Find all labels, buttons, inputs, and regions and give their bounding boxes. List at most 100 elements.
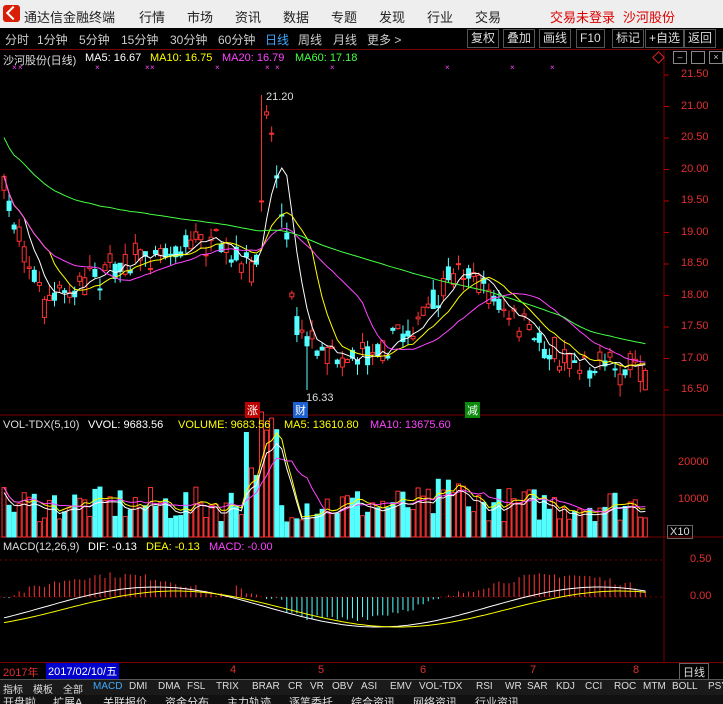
indicator-tab-mtm[interactable]: MTM (643, 681, 666, 692)
indicator-tab-dma[interactable]: DMA (158, 681, 180, 692)
period-more[interactable]: 更多 > (367, 31, 401, 48)
login-status[interactable]: 交易未登录 (550, 7, 615, 26)
info-tab[interactable]: 资金分布 (165, 695, 209, 704)
vol-panel-title: VOL-TDX(5,10) (3, 419, 80, 431)
vol-ma10-label: MA10: 13675.60 (370, 419, 451, 431)
indicator-tab-rsi[interactable]: RSI (476, 681, 493, 692)
info-tab[interactable]: 扩展A (53, 695, 82, 704)
info-tab[interactable]: 开盘啦 (3, 695, 36, 704)
indicator-tab-asi[interactable]: ASI (361, 681, 377, 692)
candle-body (102, 264, 108, 272)
kline-chart[interactable]: × × × × × × × × × × × × (0, 50, 723, 662)
candle-body (203, 254, 209, 257)
period-1min[interactable]: 1分钟 (37, 31, 68, 48)
indicator-tab-brar[interactable]: BRAR (252, 681, 280, 692)
volume-bar (536, 519, 542, 538)
candle-body (420, 306, 426, 316)
candle-body (269, 132, 275, 135)
back-button[interactable]: 返回 (684, 29, 717, 48)
maximize-icon[interactable] (691, 51, 705, 64)
period-60min[interactable]: 60分钟 (218, 31, 255, 48)
candle-body (360, 341, 366, 350)
volume-bar (339, 496, 345, 538)
indicator-tab-[interactable]: 模板 (33, 681, 53, 696)
candle-body (324, 347, 330, 364)
menu-industry[interactable]: 行业 (427, 7, 453, 26)
period-weekly[interactable]: 周线 (298, 31, 322, 48)
adjust-button[interactable]: 复权 (467, 29, 500, 48)
volume-bar (334, 512, 340, 538)
indicator-tab-psy[interactable]: PSY (708, 681, 723, 692)
indicator-tab-emv[interactable]: EMV (390, 681, 412, 692)
menu-topics[interactable]: 专题 (331, 7, 357, 26)
f10-button[interactable]: F10 (576, 29, 605, 48)
indicator-tab-[interactable]: 全部 (63, 681, 83, 696)
period-15min[interactable]: 15分钟 (121, 31, 158, 48)
main-chart-title: 沙河股份(日线) (3, 55, 77, 67)
indicator-tab-kdj[interactable]: KDJ (556, 681, 575, 692)
period-monthly[interactable]: 月线 (333, 31, 357, 48)
indicator-tabs: 指标 模板 全部 MACD DMI DMA FSL TRIX BRAR CR VR OBV ASI EMV… (0, 679, 723, 696)
menu-trade[interactable]: 交易 (475, 7, 501, 26)
price-axis-label: 16.50 (681, 383, 709, 395)
add-watchlist-button[interactable]: +自选 (645, 29, 685, 48)
indicator-tab-dmi[interactable]: DMI (129, 681, 147, 692)
indicator-tab-obv[interactable]: OBV (332, 681, 353, 692)
indicator-tab-cci[interactable]: CCI (585, 681, 602, 692)
info-tab[interactable]: 逐笔委托 (289, 695, 333, 704)
volume-bar (531, 489, 537, 538)
indicator-tab-vr[interactable]: VR (310, 681, 324, 692)
candle-body (339, 357, 345, 368)
volume-bar (77, 497, 83, 538)
event-marker-finance[interactable]: 财 (293, 402, 308, 418)
indicator-tab-voltdx[interactable]: VOL-TDX (419, 681, 462, 692)
volume-bar (637, 516, 643, 538)
info-tab[interactable]: 关联报价 (103, 695, 147, 704)
volume-bar (21, 492, 27, 538)
indicator-tab-wr[interactable]: WR (505, 681, 522, 692)
menu-quotes[interactable]: 行情 (139, 7, 165, 26)
info-tab[interactable]: 主力轨迹 (227, 695, 271, 704)
menu-news[interactable]: 资讯 (235, 7, 261, 26)
period-5min[interactable]: 5分钟 (79, 31, 110, 48)
event-marker-rise[interactable]: 涨 (245, 402, 260, 418)
indicator-tab-fsl[interactable]: FSL (187, 681, 205, 692)
menu-data[interactable]: 数据 (283, 7, 309, 26)
event-marker-reduce[interactable]: 减 (465, 402, 480, 418)
overlay-button[interactable]: 叠加 (503, 29, 536, 48)
candle-body (168, 253, 174, 256)
indicator-tab-macd[interactable]: MACD (93, 681, 122, 692)
menu-market[interactable]: 市场 (187, 7, 213, 26)
info-tab[interactable]: 综合资讯 (351, 695, 395, 704)
indicator-tab-sar[interactable]: SAR (527, 681, 548, 692)
volume-bar (486, 520, 492, 538)
indicator-tab-boll[interactable]: BOLL (672, 681, 698, 692)
indicator-tab-cr[interactable]: CR (288, 681, 302, 692)
indicator-tab-roc[interactable]: ROC (614, 681, 636, 692)
candle-body (57, 284, 63, 289)
candle-body (238, 263, 244, 273)
price-axis-label: 21.00 (681, 99, 709, 112)
macd-axis-000: 0.00 (690, 590, 712, 602)
info-tab[interactable]: 网络资讯 (413, 695, 457, 704)
info-tab[interactable]: 行业资讯 (475, 695, 519, 704)
period-timeshare[interactable]: 分时 (5, 31, 29, 48)
period-daily[interactable]: 日线 (265, 31, 289, 48)
period-30min[interactable]: 30分钟 (170, 31, 207, 48)
date-axis: 2017年 2017/02/10/五 4 5 6 7 8 日线 (0, 662, 723, 681)
minimize-icon[interactable]: – (673, 51, 687, 64)
close-panel-icon[interactable]: × (709, 51, 723, 64)
current-stock-name[interactable]: 沙河股份 (623, 7, 675, 26)
candle-body (445, 266, 451, 281)
menu-discover[interactable]: 发现 (379, 7, 405, 26)
indicator-tab-[interactable]: 指标 (3, 681, 23, 696)
mark-button[interactable]: 标记 (612, 29, 645, 48)
indicator-tab-trix[interactable]: TRIX (216, 681, 239, 692)
volume-bar (360, 515, 366, 538)
draw-line-button[interactable]: 画线 (539, 29, 572, 48)
candle-body (97, 288, 103, 291)
volume-bar (365, 511, 371, 538)
candle-body (456, 263, 461, 266)
candle-body (557, 365, 562, 371)
candle-body (627, 353, 633, 371)
